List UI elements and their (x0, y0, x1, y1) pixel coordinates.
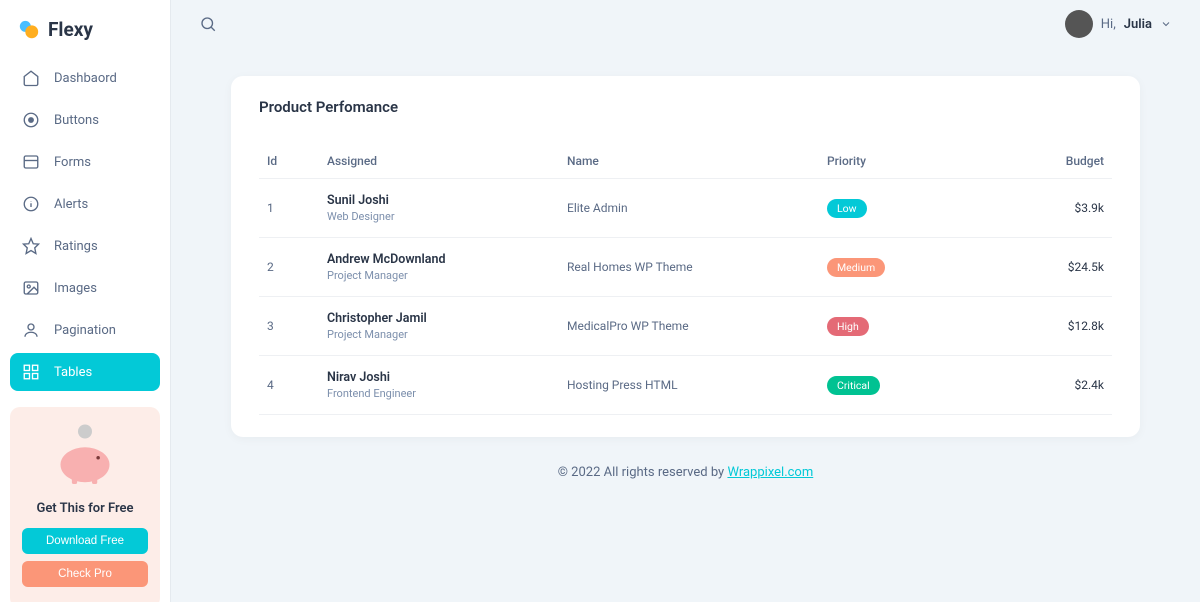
cell-priority: High (819, 297, 959, 356)
cell-priority: Critical (819, 356, 959, 415)
col-budget: Budget (959, 144, 1112, 179)
cell-budget: $12.8k (959, 297, 1112, 356)
user-greeting: Hi, (1101, 17, 1116, 32)
grid-icon (22, 363, 40, 381)
cell-assigned: Sunil Joshi Web Designer (319, 179, 559, 238)
nav-label: Tables (54, 365, 92, 380)
user-name: Julia (1124, 17, 1152, 32)
nav-label: Alerts (54, 197, 88, 212)
priority-badge: High (827, 317, 869, 336)
user-icon (22, 321, 40, 339)
cell-project: Elite Admin (559, 179, 819, 238)
priority-badge: Low (827, 199, 867, 218)
cell-assigned: Andrew McDownland Project Manager (319, 238, 559, 297)
target-icon (22, 111, 40, 129)
priority-badge: Medium (827, 258, 885, 277)
main: Hi, Julia Product Perfomance Id Assigned… (171, 0, 1200, 602)
user-menu[interactable]: Hi, Julia (1065, 10, 1172, 38)
sidebar-item-buttons[interactable]: Buttons (10, 101, 160, 139)
promo-card: Get This for Free Download Free Check Pr… (10, 407, 160, 602)
performance-table: Id Assigned Name Priority Budget 1 Sunil… (259, 144, 1112, 415)
assigned-role: Project Manager (327, 328, 551, 341)
star-icon (22, 237, 40, 255)
assigned-role: Frontend Engineer (327, 387, 551, 400)
assigned-name: Sunil Joshi (327, 193, 551, 208)
cell-budget: $3.9k (959, 179, 1112, 238)
sidebar-item-tables[interactable]: Tables (10, 353, 160, 391)
nav-label: Images (54, 281, 97, 296)
cell-id: 1 (259, 179, 319, 238)
assigned-name: Nirav Joshi (327, 370, 551, 385)
footer-link[interactable]: Wrappixel.com (727, 465, 813, 480)
cell-project: Hosting Press HTML (559, 356, 819, 415)
sidebar-item-ratings[interactable]: Ratings (10, 227, 160, 265)
col-name: Name (559, 144, 819, 179)
product-performance-card: Product Perfomance Id Assigned Name Prio… (231, 76, 1140, 437)
check-pro-button[interactable]: Check Pro (22, 561, 148, 587)
table-row: 4 Nirav Joshi Frontend Engineer Hosting … (259, 356, 1112, 415)
header: Hi, Julia (171, 0, 1200, 48)
nav-label: Pagination (54, 323, 116, 338)
table-row: 3 Christopher Jamil Project Manager Medi… (259, 297, 1112, 356)
piggy-bank-icon (50, 421, 120, 491)
col-assigned: Assigned (319, 144, 559, 179)
chevron-down-icon (1160, 18, 1172, 30)
cell-assigned: Christopher Jamil Project Manager (319, 297, 559, 356)
sidebar-item-images[interactable]: Images (10, 269, 160, 307)
promo-title: Get This for Free (22, 501, 148, 516)
brand-name: Flexy (48, 18, 93, 41)
sidebar-item-pagination[interactable]: Pagination (10, 311, 160, 349)
nav-label: Dashbaord (54, 71, 117, 86)
assigned-role: Web Designer (327, 210, 551, 223)
assigned-name: Andrew McDownland (327, 252, 551, 267)
cell-priority: Low (819, 179, 959, 238)
col-priority: Priority (819, 144, 959, 179)
cell-id: 3 (259, 297, 319, 356)
search-icon[interactable] (199, 15, 217, 33)
nav-label: Ratings (54, 239, 98, 254)
sidebar-nav: Dashbaord Buttons Forms Alerts Ratings I… (0, 59, 170, 395)
cell-id: 4 (259, 356, 319, 415)
table-row: 1 Sunil Joshi Web Designer Elite Admin L… (259, 179, 1112, 238)
cell-priority: Medium (819, 238, 959, 297)
footer-text: © 2022 All rights reserved by (558, 465, 728, 480)
col-id: Id (259, 144, 319, 179)
assigned-role: Project Manager (327, 269, 551, 282)
priority-badge: Critical (827, 376, 880, 395)
nav-label: Forms (54, 155, 91, 170)
cell-budget: $2.4k (959, 356, 1112, 415)
cell-budget: $24.5k (959, 238, 1112, 297)
assigned-name: Christopher Jamil (327, 311, 551, 326)
logo[interactable]: Flexy (0, 18, 170, 59)
cell-id: 2 (259, 238, 319, 297)
avatar (1065, 10, 1093, 38)
logo-icon (18, 19, 40, 41)
sidebar-item-forms[interactable]: Forms (10, 143, 160, 181)
image-icon (22, 279, 40, 297)
cell-assigned: Nirav Joshi Frontend Engineer (319, 356, 559, 415)
sidebar-item-dashboard[interactable]: Dashbaord (10, 59, 160, 97)
footer: © 2022 All rights reserved by Wrappixel.… (231, 437, 1140, 490)
sidebar-item-alerts[interactable]: Alerts (10, 185, 160, 223)
nav-label: Buttons (54, 113, 99, 128)
cell-project: MedicalPro WP Theme (559, 297, 819, 356)
layout-icon (22, 153, 40, 171)
table-header-row: Id Assigned Name Priority Budget (259, 144, 1112, 179)
download-free-button[interactable]: Download Free (22, 528, 148, 554)
content: Product Perfomance Id Assigned Name Prio… (171, 48, 1200, 602)
card-title: Product Perfomance (259, 98, 1112, 116)
home-icon (22, 69, 40, 87)
table-row: 2 Andrew McDownland Project Manager Real… (259, 238, 1112, 297)
cell-project: Real Homes WP Theme (559, 238, 819, 297)
sidebar: Flexy Dashbaord Buttons Forms Alerts Rat… (0, 0, 170, 602)
info-icon (22, 195, 40, 213)
